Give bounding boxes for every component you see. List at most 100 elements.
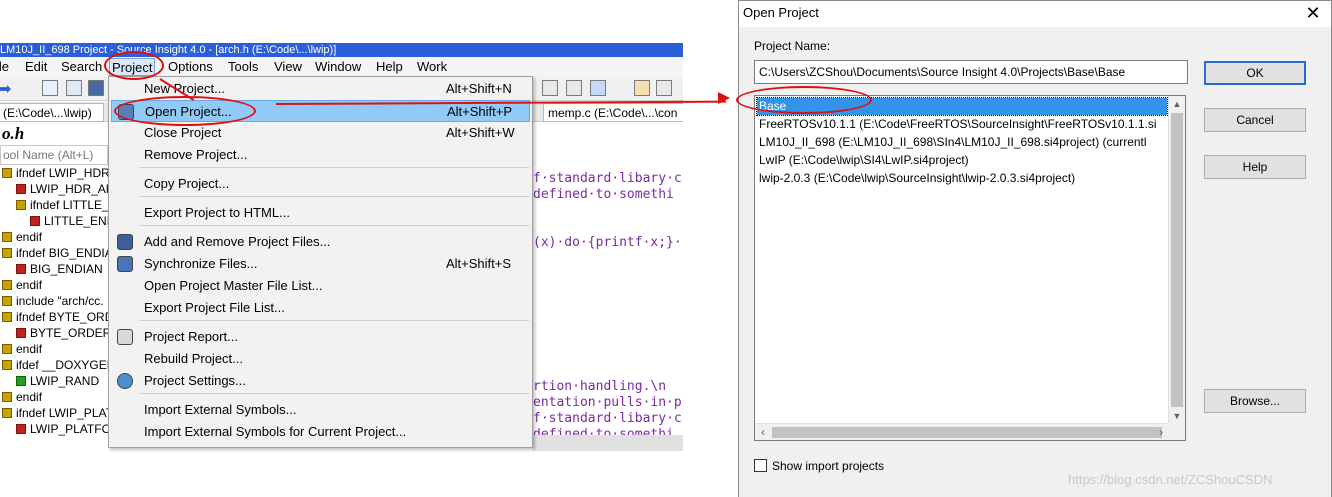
menu-help[interactable]: Help	[376, 58, 403, 76]
project-name-label: Project Name:	[754, 39, 831, 53]
toolbar-grid-icon[interactable]	[542, 80, 558, 96]
conditional-icon	[2, 168, 12, 178]
project-list-item[interactable]: LwIP (E:\Code\lwip\SI4\LwIP.si4project)	[757, 152, 1167, 169]
cancel-button[interactable]: Cancel	[1204, 108, 1306, 132]
project-list-item[interactable]: FreeRTOSv10.1.1 (E:\Code\FreeRTOS\Source…	[757, 116, 1167, 133]
project-name-input[interactable]: C:\Users\ZCShou\Documents\Source Insight…	[754, 60, 1188, 84]
macro-icon	[16, 264, 26, 274]
menu-item-rebuild-project[interactable]: Rebuild Project...	[111, 348, 530, 370]
scroll-up-icon[interactable]: ▲	[1169, 96, 1185, 113]
symbol-item[interactable]: BYTE_ORDER	[16, 325, 108, 341]
menu-item-label: Rebuild Project...	[144, 351, 243, 366]
conditional-icon	[2, 280, 12, 290]
symbol-item[interactable]: ifndef BYTE_ORD	[2, 309, 108, 325]
browse-button[interactable]: Browse...	[1204, 389, 1306, 413]
tab-arch-h[interactable]: (E:\Code\...\lwip)	[0, 103, 104, 122]
report-icon	[117, 329, 133, 345]
menu-item-label: Synchronize Files...	[144, 256, 258, 271]
symbol-item[interactable]: LWIP_RAND	[16, 373, 99, 389]
symbol-item[interactable]: ifndef LWIP_PLAT	[2, 405, 108, 421]
menu-item-synchronize-files[interactable]: Synchronize Files... Alt+Shift+S	[111, 253, 530, 275]
symbol-item[interactable]: endif	[2, 389, 42, 405]
dialog-title: Open Project	[743, 5, 819, 20]
open-file-icon[interactable]	[66, 80, 82, 96]
menu-item-import-external-symbols[interactable]: Import External Symbols...	[111, 399, 530, 421]
annotation-arrowhead	[718, 92, 730, 104]
symbol-item[interactable]: endif	[2, 341, 42, 357]
menu-item-project-settings[interactable]: Project Settings...	[111, 370, 530, 392]
menu-item-label: Export Project to HTML...	[144, 205, 290, 220]
horizontal-scroll-thumb[interactable]	[772, 427, 1162, 438]
show-import-projects-checkbox[interactable]	[754, 459, 767, 472]
project-list-horizontal-scrollbar[interactable]: ‹ ›	[755, 423, 1169, 440]
gear-icon	[117, 373, 133, 389]
menu-item-export-project-to-html[interactable]: Export Project to HTML...	[111, 202, 530, 224]
symbol-item[interactable]: ifndef LITTLE_ENI	[16, 197, 108, 213]
code-editor[interactable]: f·standard·libary·c defined·to·somethi (x)…	[533, 123, 683, 435]
symbol-item[interactable]: LITTLE_ENDIAN	[30, 213, 108, 229]
menu-item-label: Project Report...	[144, 329, 238, 344]
menu-item-label: Project Settings...	[144, 373, 246, 388]
symbol-list: ifndef LWIP_HDR_AR LWIP_HDR_ARCHifndef LI…	[0, 165, 108, 453]
symbol-item[interactable]: LWIP_HDR_ARCH	[16, 181, 108, 197]
symbol-search-input[interactable]: ool Name (Alt+L)	[0, 145, 108, 165]
symbol-item[interactable]: endif	[2, 229, 42, 245]
menu-file[interactable]: ile	[0, 58, 9, 76]
symbol-item[interactable]: ifdef __DOXYGEN	[2, 357, 108, 373]
menu-item-project-report[interactable]: Project Report...	[111, 326, 530, 348]
variable-icon	[16, 376, 26, 386]
si-menu-bar: ile Edit Search Project Options Tools Vi…	[0, 57, 683, 77]
menu-item-import-external-symbols-for-current-project[interactable]: Import External Symbols for Current Proj…	[111, 421, 530, 443]
conditional-icon	[2, 296, 12, 306]
conditional-icon	[2, 312, 12, 322]
menu-tools[interactable]: Tools	[228, 58, 258, 76]
menu-view[interactable]: View	[274, 58, 302, 76]
symbol-item[interactable]: ifndef BIG_ENDIA	[2, 245, 108, 261]
menu-item-add-and-remove-project-files[interactable]: Add and Remove Project Files...	[111, 231, 530, 253]
toolbar-star-icon[interactable]	[590, 80, 606, 96]
vertical-scroll-thumb[interactable]	[1171, 113, 1183, 407]
symbol-item-label: endif	[16, 390, 43, 404]
symbol-item[interactable]: BIG_ENDIAN	[16, 261, 103, 277]
project-list-item[interactable]: lwip-2.0.3 (E:\Code\lwip\SourceInsight\l…	[757, 170, 1167, 187]
ok-button[interactable]: OK	[1204, 61, 1306, 85]
symbol-item[interactable]: include "arch/cc.	[2, 293, 104, 309]
symbol-item-label: ifndef LITTLE_ENI	[30, 198, 108, 212]
code-line: f·standard·libary·c	[533, 411, 682, 426]
menu-options[interactable]: Options	[168, 58, 213, 76]
menu-item-copy-project[interactable]: Copy Project...	[111, 173, 530, 195]
menu-window[interactable]: Window	[315, 58, 361, 76]
project-list-vertical-scrollbar[interactable]: ▲ ▼	[1168, 96, 1185, 425]
menu-search[interactable]: Search	[61, 58, 102, 76]
macro-icon	[30, 216, 40, 226]
toolbar-hand-icon[interactable]	[634, 80, 650, 96]
new-file-icon[interactable]	[42, 80, 58, 96]
menu-work[interactable]: Work	[417, 58, 447, 76]
symbol-window-file-title: o.h	[0, 123, 108, 145]
project-list-item[interactable]: LM10J_II_698 (E:\LM10J_II_698\SIn4\LM10J…	[757, 134, 1167, 151]
symbol-item[interactable]: LWIP_PLATFORM_DIAG	[16, 421, 108, 437]
symbol-item[interactable]: endif	[2, 277, 42, 293]
tab-memp-c[interactable]: memp.c (E:\Code\...\con	[543, 103, 683, 122]
menu-item-open-project-master-file-list[interactable]: Open Project Master File List...	[111, 275, 530, 297]
editor-horizontal-scrollbar[interactable]	[533, 435, 683, 451]
menu-item-remove-project[interactable]: Remove Project...	[111, 144, 530, 166]
close-icon[interactable]: ✕	[1305, 3, 1321, 23]
annotation-circle-open-project	[114, 96, 256, 126]
menu-edit[interactable]: Edit	[25, 58, 47, 76]
forward-arrow-icon[interactable]: ➡	[0, 79, 11, 99]
symbol-item-label: BYTE_ORDER	[30, 326, 108, 340]
add-files-icon	[117, 234, 133, 250]
menu-item-export-project-file-list[interactable]: Export Project File List...	[111, 297, 530, 319]
toolbar-window-icon[interactable]	[566, 80, 582, 96]
scroll-right-icon[interactable]: ›	[1153, 424, 1169, 440]
symbol-item-label: ifndef BYTE_ORD	[16, 310, 108, 324]
toolbar-misc-icon[interactable]	[656, 80, 672, 96]
scroll-left-icon[interactable]: ‹	[755, 424, 771, 440]
menu-separator	[139, 225, 529, 226]
symbol-item[interactable]: ifndef LWIP_HDR_AR	[2, 165, 108, 181]
project-list[interactable]: Base FreeRTOSv10.1.1 (E:\Code\FreeRTOS\So…	[754, 95, 1186, 441]
help-button[interactable]: Help	[1204, 155, 1306, 179]
save-icon[interactable]	[88, 80, 104, 96]
show-import-projects-label[interactable]: Show import projects	[772, 459, 884, 473]
